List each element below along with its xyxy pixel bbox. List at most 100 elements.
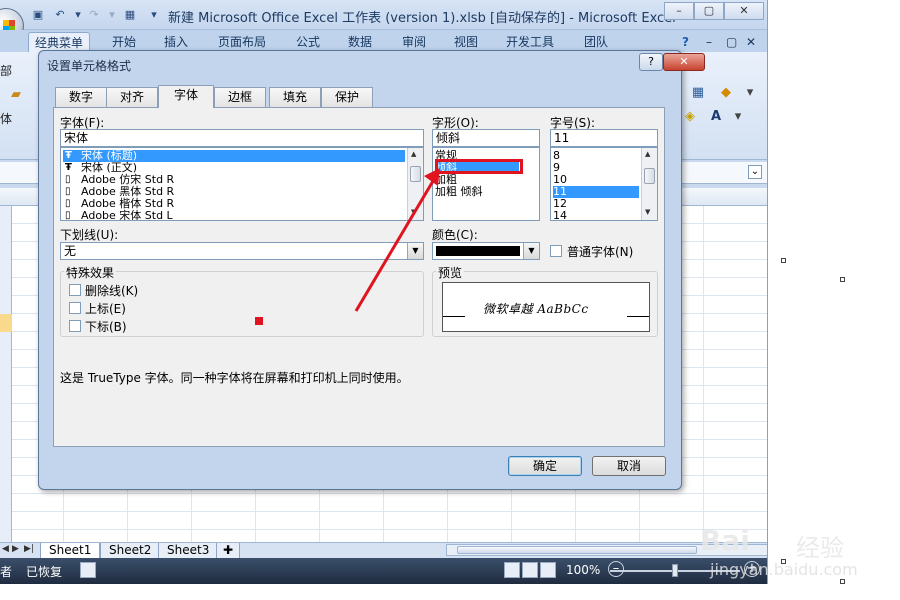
insert-sheet-icon[interactable]: ✚: [216, 543, 241, 559]
font-list[interactable]: Ŧ 宋体 (标题) Ŧ 宋体 (正文) ▯ Adobe 仿宋 Std R ▯ Adobe 黑体…: [60, 147, 424, 221]
fill-color-icon[interactable]: ◈: [680, 108, 700, 126]
scroll-down-icon[interactable]: ▼: [645, 208, 650, 216]
strikethrough-checkbox[interactable]: [69, 284, 81, 296]
ok-button[interactable]: 确定: [508, 456, 582, 476]
tab-protection[interactable]: 保护: [321, 87, 373, 107]
size-list-item[interactable]: 8: [553, 150, 639, 162]
help-icon[interactable]: ?: [676, 32, 695, 52]
close-window-button[interactable]: ✕: [724, 2, 764, 20]
size-input[interactable]: 11: [550, 129, 658, 147]
zoom-slider-thumb[interactable]: [672, 564, 678, 577]
tab-data[interactable]: 数据: [342, 32, 378, 52]
chart-icon[interactable]: ▦: [122, 7, 138, 23]
redo-icon[interactable]: ↷: [86, 7, 102, 23]
underline-select[interactable]: 无 ▼: [60, 242, 424, 260]
superscript-label: 上标(E): [85, 302, 126, 316]
undo-dropdown-icon[interactable]: ▾: [70, 7, 86, 23]
tab-insert[interactable]: 插入: [158, 32, 194, 52]
size-list-scrollbar[interactable]: ▲ ▼: [641, 148, 657, 220]
font-list-scroll-thumb[interactable]: [410, 166, 421, 182]
subscript-checkbox[interactable]: [69, 320, 81, 332]
expand-formula-icon[interactable]: ⌄: [748, 165, 762, 179]
scroll-up-icon[interactable]: ▲: [411, 150, 416, 158]
ribbon-left-label: 部: [0, 64, 13, 78]
tab-developer[interactable]: 开发工具: [500, 32, 560, 52]
tab-border[interactable]: 边框: [214, 87, 266, 107]
font-list-scrollbar[interactable]: ▲ ▼: [407, 148, 423, 220]
last-sheet-icon[interactable]: ▶|: [24, 544, 34, 554]
style-input[interactable]: 倾斜: [432, 129, 540, 147]
page-layout-view-icon[interactable]: [522, 562, 538, 578]
save-icon[interactable]: ▣: [30, 7, 46, 23]
resize-handle[interactable]: [781, 258, 786, 263]
warning-icon[interactable]: ◆: [716, 84, 736, 102]
status-recovered: 已恢复: [26, 565, 63, 579]
row-header: [0, 206, 12, 542]
page-break-view-icon[interactable]: [540, 562, 556, 578]
tab-formulas[interactable]: 公式: [290, 32, 326, 52]
table-icon[interactable]: ▦: [688, 84, 708, 102]
chevron-down-icon[interactable]: ▼: [523, 243, 539, 259]
tab-team[interactable]: 团队: [578, 32, 614, 52]
customize-qat-icon[interactable]: ▾: [146, 7, 162, 23]
resize-handle[interactable]: [840, 277, 845, 282]
font-type-icon: ▯: [65, 186, 71, 197]
normal-view-icon[interactable]: [504, 562, 520, 578]
superscript-checkbox[interactable]: [69, 302, 81, 314]
tab-number[interactable]: 数字: [55, 87, 107, 107]
underline-value: 无: [64, 244, 77, 258]
scroll-down-icon[interactable]: ▼: [411, 208, 416, 216]
font-list-item[interactable]: ▯ Adobe 宋体 Std L: [63, 210, 405, 221]
dialog-close-button[interactable]: ✕: [663, 53, 705, 71]
ribbon-minimize-icon[interactable]: –: [700, 32, 718, 52]
status-bar: 者 已恢复 100% – +: [0, 558, 767, 584]
sheet-tab-1[interactable]: Sheet1: [40, 543, 101, 559]
font-color-icon[interactable]: A: [706, 108, 726, 126]
selected-row-header[interactable]: [0, 314, 12, 332]
scroll-up-icon[interactable]: ▲: [645, 150, 650, 158]
tab-font[interactable]: 字体: [158, 85, 214, 108]
redo-dropdown-icon[interactable]: ▾: [104, 7, 120, 23]
baidu-logo-text: Bai: [700, 524, 750, 557]
normal-font-checkbox[interactable]: [550, 245, 562, 257]
highlight-box: [435, 159, 523, 174]
size-list-scroll-thumb[interactable]: [644, 168, 655, 184]
macro-record-icon[interactable]: [80, 562, 96, 578]
first-sheet-icon[interactable]: ◀: [2, 544, 9, 554]
font-color-dropdown-icon[interactable]: ▾: [728, 108, 748, 126]
open-folder-icon[interactable]: ▰: [6, 86, 26, 104]
tab-home[interactable]: 开始: [106, 32, 142, 52]
size-list-item[interactable]: 14: [553, 210, 639, 221]
undo-icon[interactable]: ↶: [52, 7, 68, 23]
baidu-watermark: Bai 经验 jingyan.baidu.com: [690, 500, 870, 590]
font-type-icon: Ŧ: [65, 150, 72, 161]
close-icon: ✕: [663, 53, 705, 71]
sheet-tab-3[interactable]: Sheet3: [158, 543, 219, 559]
color-select[interactable]: ▼: [432, 242, 540, 260]
subscript-label: 下标(B): [85, 320, 127, 334]
minimize-button[interactable]: –: [664, 2, 694, 20]
style-list-item[interactable]: 加粗 倾斜: [435, 186, 519, 198]
tab-page-layout[interactable]: 页面布局: [212, 32, 272, 52]
tab-fill[interactable]: 填充: [269, 87, 321, 107]
font-input[interactable]: 宋体: [60, 129, 424, 147]
dialog-help-button[interactable]: ?: [639, 53, 663, 71]
marker-dot: [255, 317, 263, 325]
tab-alignment[interactable]: 对齐: [106, 87, 158, 107]
size-list[interactable]: 8 9 10 11 12 14 ▲ ▼: [550, 147, 658, 221]
preview-text: 微软卓越 AaBbCc: [483, 302, 589, 316]
sheet-tab-2[interactable]: Sheet2: [100, 543, 161, 559]
zoom-out-icon[interactable]: –: [608, 561, 624, 577]
ribbon-close-icon[interactable]: ✕: [740, 32, 762, 52]
dialog-title: 设置单元格格式: [47, 59, 132, 73]
maximize-button[interactable]: ▢: [694, 2, 724, 20]
dropdown-icon[interactable]: ▾: [740, 84, 760, 102]
cancel-button[interactable]: 取消: [592, 456, 666, 476]
tab-view[interactable]: 视图: [448, 32, 484, 52]
tab-review[interactable]: 审阅: [396, 32, 432, 52]
zoom-level[interactable]: 100%: [566, 563, 600, 577]
horizontal-scroll-thumb[interactable]: [457, 546, 697, 554]
tab-classic-menu[interactable]: 经典菜单: [28, 32, 91, 52]
chevron-down-icon[interactable]: ▼: [407, 243, 423, 259]
next-sheet-icon[interactable]: ▶: [12, 544, 19, 554]
